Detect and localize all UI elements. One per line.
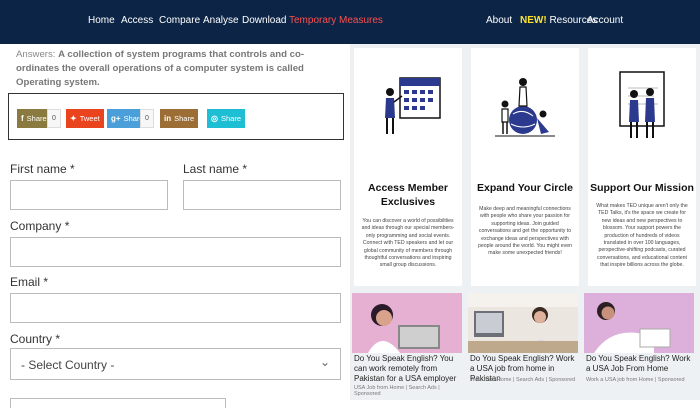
nav-about[interactable]: About bbox=[486, 15, 512, 26]
card-title: Access Member Exclusives bbox=[368, 182, 448, 208]
ad-source: Work from Home | Search Ads | Sponsored bbox=[470, 377, 576, 383]
woman-laptop-photo bbox=[352, 293, 462, 353]
top-navigation: Home Access Compare Analyse Download Tem… bbox=[0, 0, 700, 44]
card-text: You can discover a world of possibilitie… bbox=[361, 218, 455, 269]
share-bar: f Share 0 ✦ Tweet g+ Share 0 in Share ◎ Share bbox=[8, 93, 344, 140]
right-column: Access Member Exclusives You can discove… bbox=[350, 44, 700, 400]
last-name-label: Last name * bbox=[183, 162, 248, 176]
ad-title[interactable]: Do You Speak English? Work a USA Job Fro… bbox=[586, 354, 694, 374]
ad-image[interactable] bbox=[584, 293, 694, 353]
mission-board-illustration bbox=[619, 71, 665, 138]
woman-reading-photo bbox=[584, 293, 694, 353]
facebook-share-count: 0 bbox=[47, 109, 61, 128]
sponsored-ad[interactable]: Do You Speak English? You can work remot… bbox=[352, 293, 462, 399]
email-input[interactable] bbox=[10, 293, 341, 323]
ad-title[interactable]: Do You Speak English? You can work remot… bbox=[354, 354, 462, 384]
member-card-mission: Support Our Mission What makes TED uniqu… bbox=[588, 48, 696, 286]
company-input[interactable] bbox=[10, 237, 341, 267]
calendar-illustration bbox=[385, 77, 441, 134]
sponsored-ad[interactable]: Do You Speak English? Work a USA job fro… bbox=[468, 293, 578, 399]
google-share-count: 0 bbox=[140, 109, 154, 128]
nav-compare[interactable]: Compare bbox=[159, 15, 200, 26]
member-card-access: Access Member Exclusives You can discove… bbox=[354, 48, 462, 286]
company-label: Company * bbox=[10, 219, 70, 233]
woman-desk-photo bbox=[468, 293, 578, 353]
nav-access[interactable]: Access bbox=[121, 15, 153, 26]
stumbleupon-share-label: Share bbox=[220, 114, 241, 123]
facebook-icon: f bbox=[21, 114, 24, 123]
facebook-share-label: Share bbox=[26, 114, 47, 123]
card-text: Make deep and meaningful connections wit… bbox=[477, 206, 573, 257]
linkedin-share-label: Share bbox=[174, 114, 195, 123]
last-name-input[interactable] bbox=[183, 180, 341, 210]
nav-home[interactable]: Home bbox=[88, 15, 115, 26]
nav-account[interactable]: Account bbox=[587, 15, 623, 26]
stumbleupon-share-button[interactable]: ◎ Share bbox=[207, 109, 245, 128]
country-label: Country * bbox=[10, 332, 61, 346]
member-card-circle: Expand Your Circle Make deep and meaning… bbox=[471, 48, 579, 286]
ad-source: Work a USA job from Home | Sponsored bbox=[586, 377, 685, 383]
card-title: Support Our Mission bbox=[590, 182, 694, 194]
linkedin-icon: in bbox=[164, 114, 172, 123]
left-column: Answers: A collection of system programs… bbox=[0, 44, 350, 408]
twitter-icon: ✦ bbox=[70, 114, 77, 123]
card-title: Expand Your Circle bbox=[477, 182, 573, 194]
linkedin-share-button[interactable]: in Share bbox=[160, 109, 199, 128]
email-label: Email * bbox=[10, 275, 49, 289]
twitter-tweet-button[interactable]: ✦ Tweet bbox=[66, 109, 104, 128]
stumbleupon-icon: ◎ bbox=[211, 114, 218, 123]
new-badge: NEW! bbox=[520, 15, 547, 26]
card-text: What makes TED unique aren't only the TE… bbox=[596, 203, 688, 269]
ad-source: USA Job from Home | Search Ads | Sponsor… bbox=[354, 385, 440, 397]
country-select-value: - Select Country - bbox=[21, 358, 115, 372]
facebook-share-button[interactable]: f Share bbox=[17, 109, 51, 128]
globe-people-illustration bbox=[495, 78, 555, 137]
answer-prefix: Answers: bbox=[16, 49, 59, 60]
twitter-tweet-label: Tweet bbox=[79, 114, 100, 123]
nav-download[interactable]: Download bbox=[242, 15, 286, 26]
nav-temporary-measures[interactable]: Temporary Measures bbox=[289, 15, 383, 26]
answer-text: Answers: A collection of system programs… bbox=[16, 48, 336, 90]
answer-body: A collection of system programs that con… bbox=[16, 49, 305, 88]
first-name-label: First name * bbox=[10, 162, 75, 176]
ad-image[interactable] bbox=[468, 293, 578, 353]
ad-image[interactable] bbox=[352, 293, 462, 353]
google-plus-icon: g+ bbox=[111, 114, 121, 123]
nav-resources[interactable]: NEW! Resources bbox=[520, 15, 597, 26]
sponsored-ad[interactable]: Do You Speak English? Work a USA Job Fro… bbox=[584, 293, 694, 399]
first-name-input[interactable] bbox=[10, 180, 168, 210]
nav-analyse[interactable]: Analyse bbox=[203, 15, 239, 26]
chevron-down-icon: ⌄ bbox=[319, 355, 330, 369]
country-select[interactable]: - Select Country - ⌄ bbox=[10, 348, 341, 380]
